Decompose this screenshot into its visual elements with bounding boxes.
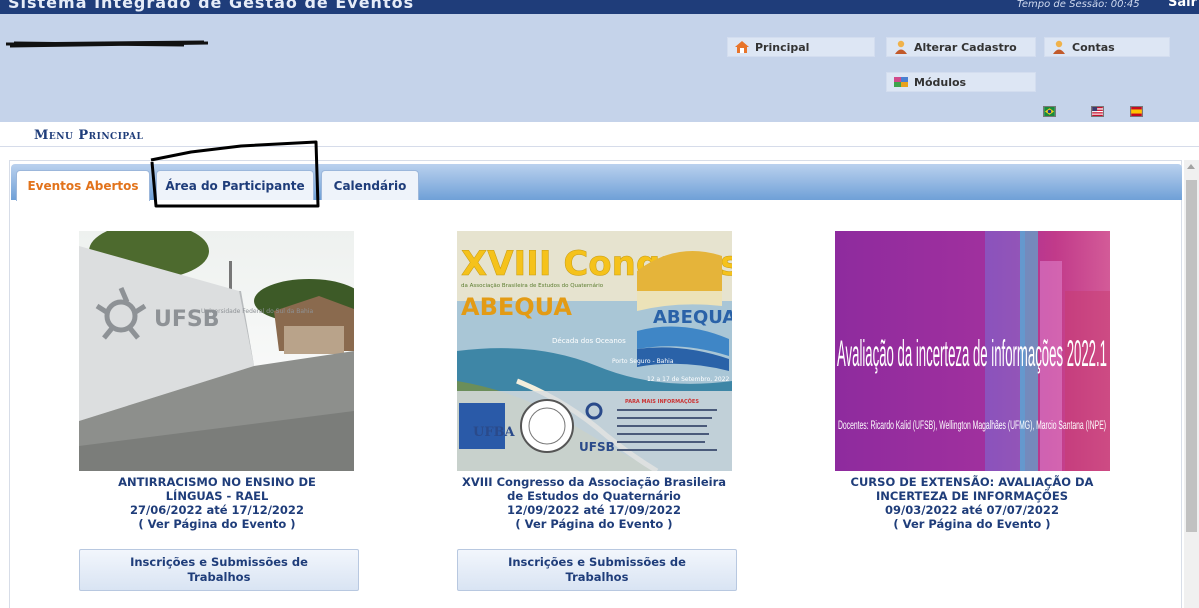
redacted-user-name <box>5 40 209 48</box>
user-accounts-icon <box>1053 40 1065 54</box>
abequa-data: 12 a 17 de Setembro, 2022 <box>647 376 730 383</box>
tab-label: Área do Participante <box>165 178 305 193</box>
event-title: CURSO DE EXTENSÃO: AVALIAÇÃO DA INCERTEZ… <box>850 475 1094 503</box>
inscricoes-button-abequa[interactable]: Inscrições e Submissões de Trabalhos <box>457 549 737 591</box>
tab-label: Calendário <box>333 178 407 193</box>
header <box>0 14 1199 122</box>
abequa-subheading: da Associação Brasileira de Estudos do Q… <box>461 282 604 289</box>
event-caption-incerteza: CURSO DE EXTENSÃO: AVALIAÇÃO DA INCERTEZ… <box>812 475 1132 531</box>
event-caption-abequa: XVIII Congresso da Associação Brasileira… <box>434 475 754 531</box>
tab-eventos-abertos[interactable]: Eventos Abertos <box>16 170 150 201</box>
modules-icon <box>894 77 908 87</box>
event-title: XVIII Congresso da Associação Brasileira… <box>461 475 727 503</box>
contas-label: Contas <box>1072 40 1115 54</box>
incerteza-docentes-text: Docentes: Ricardo Kalid (UFSB), Wellingt… <box>838 420 1106 433</box>
ufsb-logo-text: UFSB <box>579 440 615 454</box>
tab-area-do-participante[interactable]: Área do Participante <box>156 170 314 200</box>
modulos-label: Módulos <box>914 75 967 89</box>
event-page-link[interactable]: ( Ver Página do Evento ) <box>515 517 672 531</box>
app-title: Sistema Integrado de Gestão de Eventos <box>8 0 415 12</box>
home-icon <box>735 41 749 53</box>
ufsb-wall-subtext: Universidade Federal do Sul da Bahia <box>201 308 314 315</box>
event-title: ANTIRRACISMO NO ENSINO DE LÍNGUAS - RAEL <box>118 475 316 503</box>
session-timer: Tempo de Sessão: 00:45 <box>1017 0 1140 10</box>
event-image-rael[interactable]: UFSB Universidade Federal do Sul da Bahi… <box>79 231 354 471</box>
principal-button[interactable]: Principal <box>727 37 875 57</box>
modulos-button[interactable]: Módulos <box>886 72 1036 92</box>
event-page-link[interactable]: ( Ver Página do Evento ) <box>893 517 1050 531</box>
principal-label: Principal <box>755 40 810 54</box>
event-dates: 27/06/2022 até 17/12/2022 <box>130 503 304 517</box>
tab-calendario[interactable]: Calendário <box>321 170 419 200</box>
flag-spain-icon[interactable] <box>1130 106 1143 117</box>
abequa-local: Porto Seguro - Bahia <box>612 358 674 365</box>
abequa-decada: Década dos Oceanos <box>552 337 626 345</box>
vertical-scrollbar[interactable] <box>1184 160 1199 608</box>
abequa-info-heading: PARA MAIS INFORMAÇÕES <box>625 398 699 405</box>
flag-usa-icon[interactable] <box>1091 106 1104 117</box>
flag-brazil-icon[interactable] <box>1043 106 1056 117</box>
alterar-cadastro-button[interactable]: Alterar Cadastro <box>886 37 1036 57</box>
event-image-abequa[interactable]: XVIII Congresso da Associação Brasileira… <box>457 231 732 471</box>
inscricoes-button-rael[interactable]: Inscrições e Submissões de Trabalhos <box>79 549 359 591</box>
ufba-logo-text: UFBA <box>473 425 516 440</box>
event-image-incerteza[interactable]: Avaliação da incerteza de informações 20… <box>835 231 1110 471</box>
scroll-up-icon[interactable] <box>1187 164 1195 169</box>
menu-principal-title: Menu Principal <box>34 128 144 143</box>
alterar-cadastro-label: Alterar Cadastro <box>914 40 1017 54</box>
abequa-name: ABEQUA <box>461 293 572 321</box>
tab-label: Eventos Abertos <box>27 179 139 193</box>
event-dates: 12/09/2022 até 17/09/2022 <box>507 503 681 517</box>
inscricoes-label: Inscrições e Submissões de Trabalhos <box>130 555 308 584</box>
event-dates: 09/03/2022 até 07/07/2022 <box>885 503 1059 517</box>
menu-principal-bar: Menu Principal <box>0 122 1199 147</box>
scroll-thumb[interactable] <box>1186 180 1197 532</box>
inscricoes-label: Inscrições e Submissões de Trabalhos <box>508 555 686 584</box>
top-bar: Sistema Integrado de Gestão de Eventos T… <box>0 0 1199 14</box>
abequa-logo-text: ABEQUA <box>653 307 732 328</box>
contas-button[interactable]: Contas <box>1044 37 1170 57</box>
logout-link[interactable]: Sair <box>1168 0 1197 10</box>
event-page-link[interactable]: ( Ver Página do Evento ) <box>138 517 295 531</box>
incerteza-title-text: Avaliação da incerteza de informações 20… <box>837 333 1107 375</box>
event-caption-rael: ANTIRRACISMO NO ENSINO DE LÍNGUAS - RAEL… <box>57 475 377 531</box>
user-edit-icon <box>895 40 907 54</box>
